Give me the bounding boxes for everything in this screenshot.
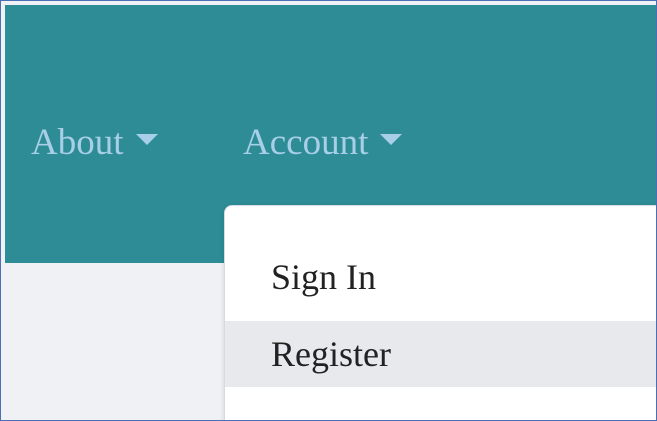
dropdown-item-sign-in[interactable]: Sign In <box>225 244 656 310</box>
dropdown-item-register[interactable]: Register <box>225 321 656 387</box>
dropdown-item-register-label: Register <box>271 334 391 374</box>
nav-item-about[interactable]: About <box>31 121 158 165</box>
nav-item-account[interactable]: Account <box>243 121 403 165</box>
nav-item-about-label: About <box>31 122 124 163</box>
app-frame: About Account Sign In Register <box>0 0 657 421</box>
nav-item-account-label: Account <box>243 122 369 163</box>
account-dropdown-menu: Sign In Register <box>224 205 656 420</box>
dropdown-item-sign-in-label: Sign In <box>271 257 377 297</box>
chevron-down-icon <box>135 133 158 145</box>
chevron-down-icon <box>380 133 403 145</box>
